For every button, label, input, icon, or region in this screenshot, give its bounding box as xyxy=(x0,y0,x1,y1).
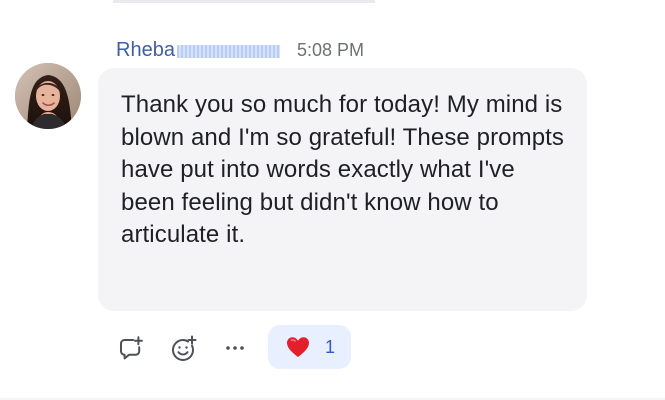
previous-message-edge xyxy=(113,0,375,3)
avatar[interactable] xyxy=(15,63,81,129)
add-reaction-button[interactable] xyxy=(168,333,198,363)
reply-button[interactable] xyxy=(116,333,146,363)
reaction-count: 1 xyxy=(325,337,336,357)
author-name[interactable]: Rheba xyxy=(116,38,175,62)
message-timestamp: 5:08 PM xyxy=(296,40,364,60)
speech-bubble-plus-icon xyxy=(120,336,143,360)
message-header: Rheba 5:08 PM xyxy=(116,38,364,62)
more-options-button[interactable] xyxy=(220,333,250,363)
smiley-plus-icon xyxy=(171,335,197,362)
message-text: Thank you so much for today! My mind is … xyxy=(121,91,565,248)
redacted-surname xyxy=(176,44,280,58)
red-heart-icon xyxy=(287,337,309,357)
ellipsis-icon xyxy=(226,346,244,350)
message-bubble[interactable]: Thank you so much for today! My mind is … xyxy=(98,68,587,311)
profile-photo xyxy=(15,63,81,129)
heart-reaction[interactable]: 1 xyxy=(268,325,351,369)
